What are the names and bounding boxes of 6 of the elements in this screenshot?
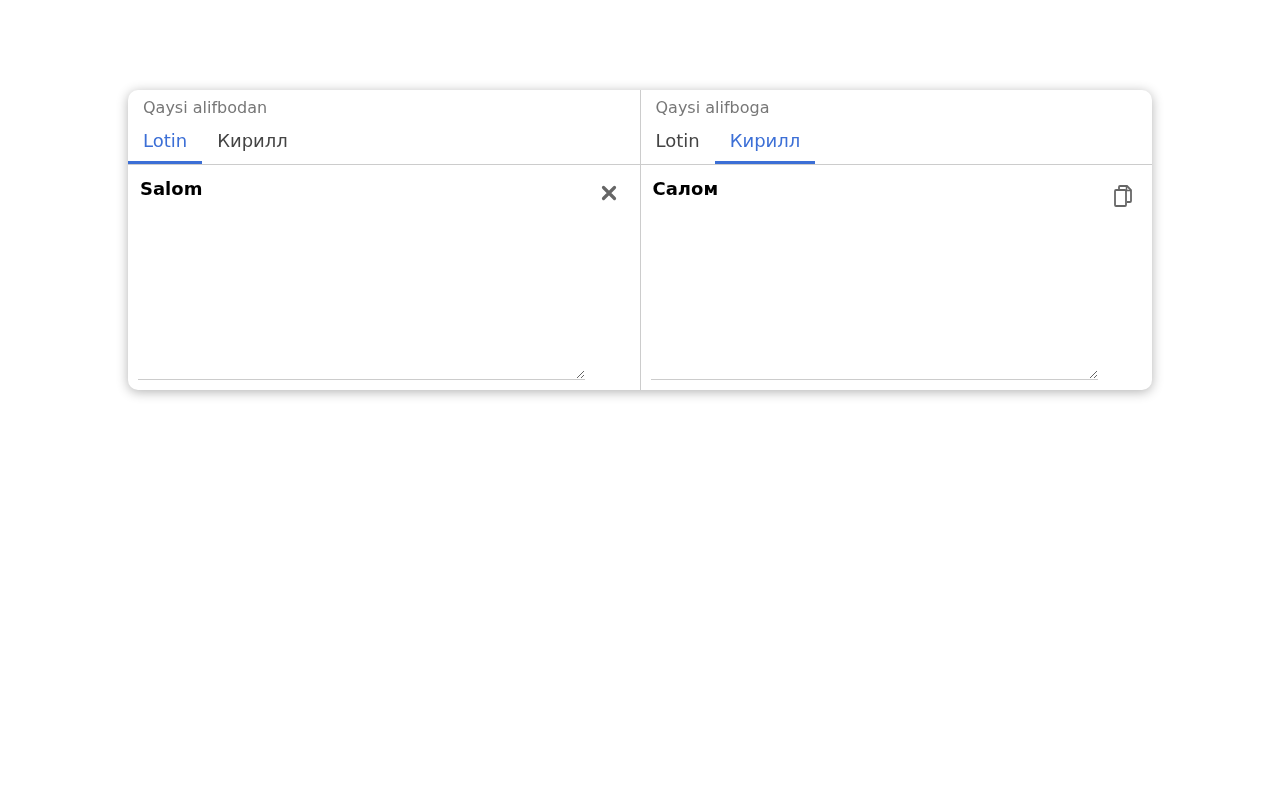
panel-label: Qaysi alifboga — [654, 97, 771, 119]
alphabet-tab[interactable]: Кирилл — [202, 120, 303, 164]
close-icon[interactable] — [601, 185, 617, 201]
copy-icon[interactable] — [1113, 185, 1132, 207]
alphabet-tab[interactable]: Lotin — [640, 120, 715, 164]
panel-label: Qaysi alifbodan — [142, 97, 269, 119]
